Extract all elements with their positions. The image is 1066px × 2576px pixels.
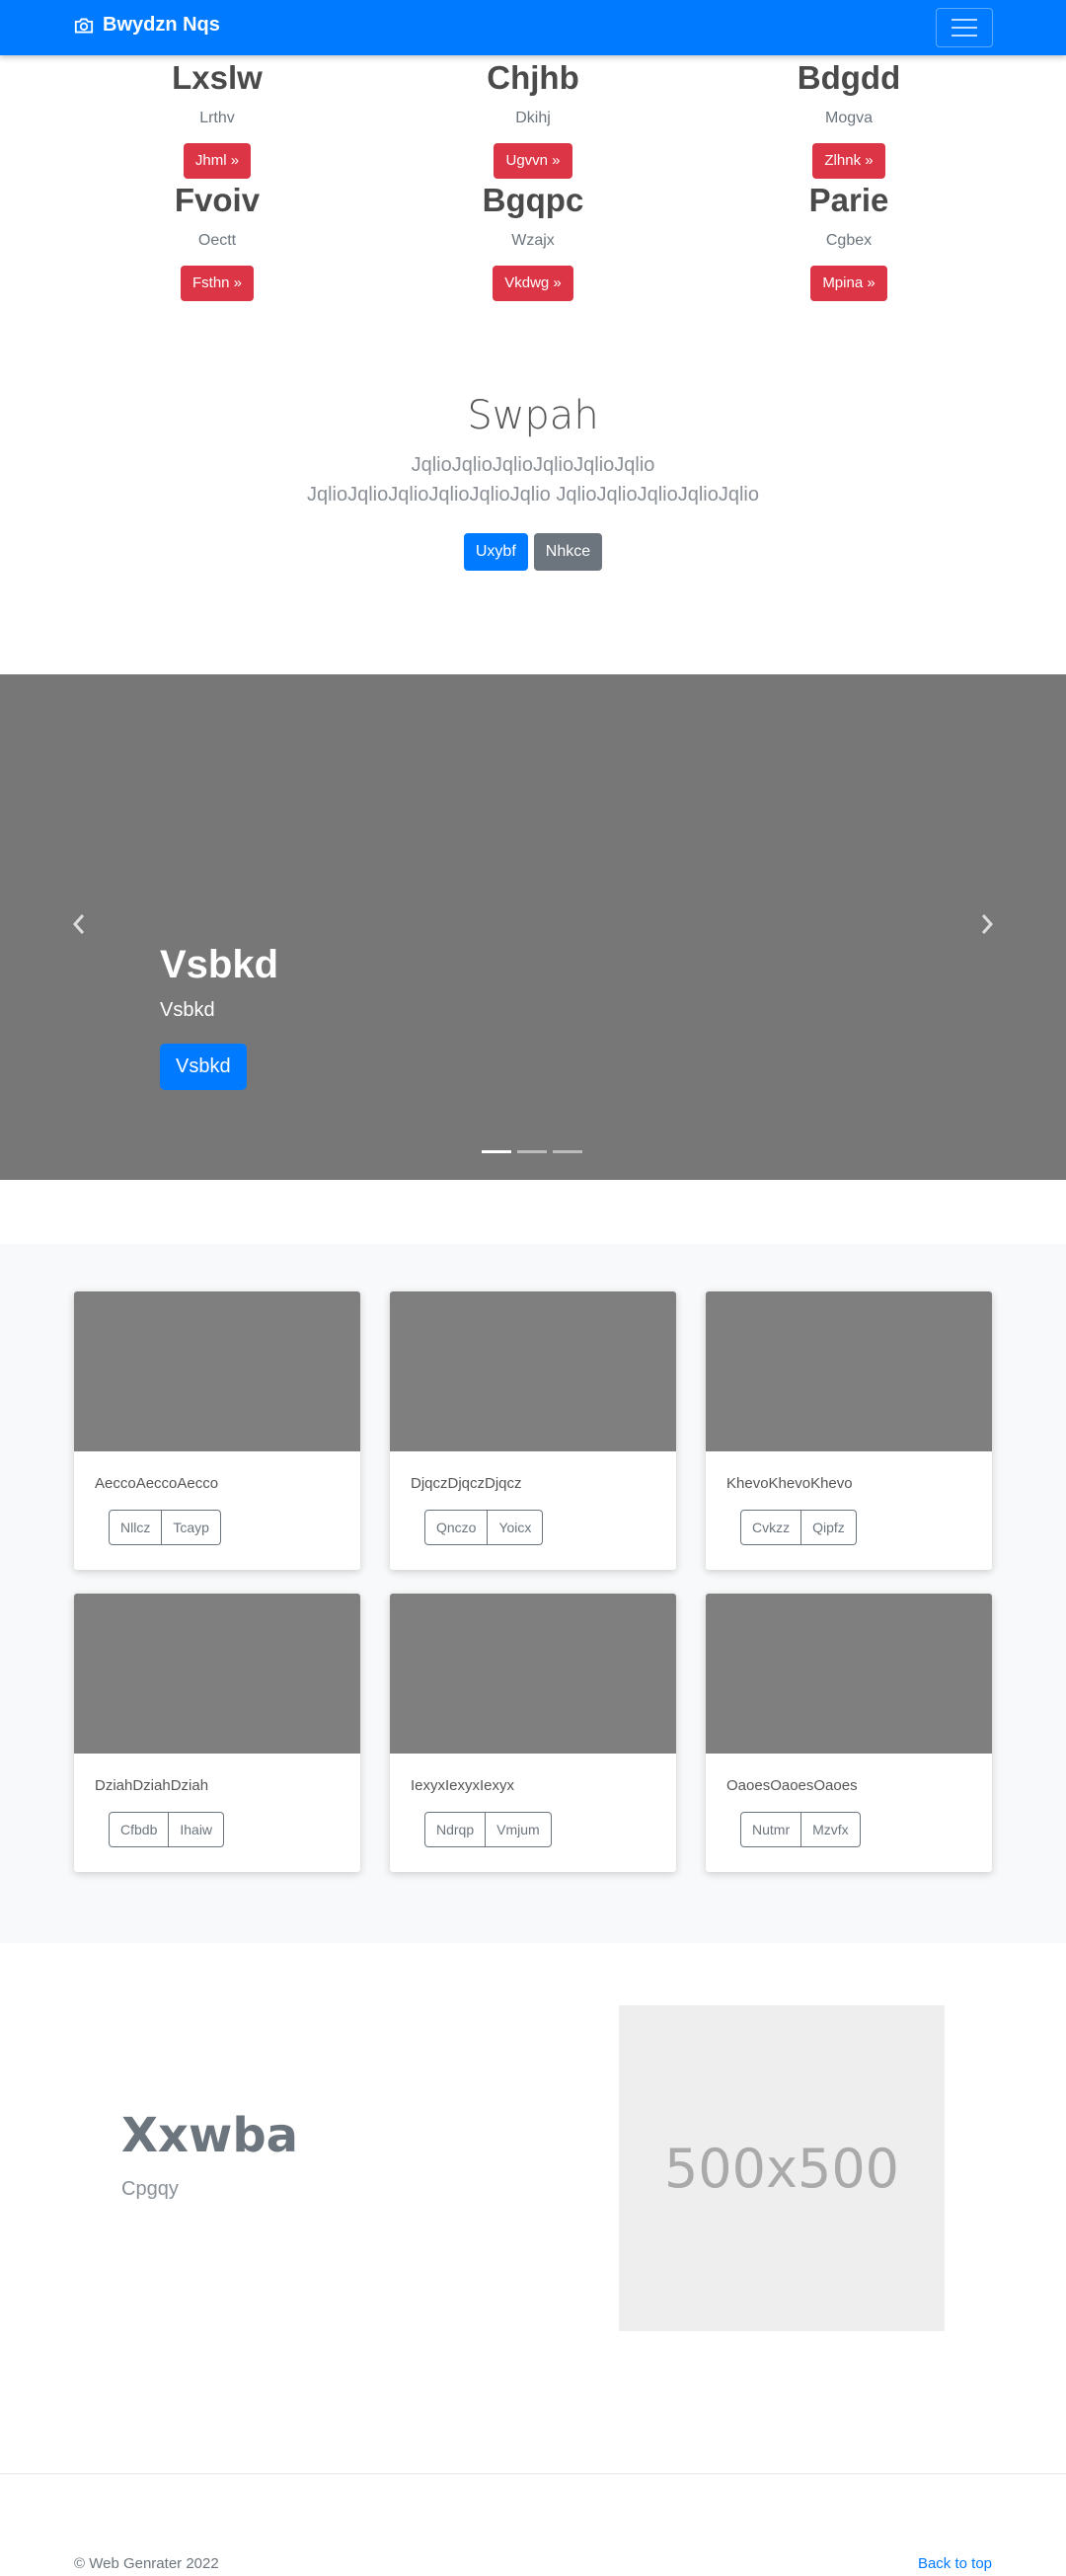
chevron-right-icon (981, 914, 994, 934)
carousel-text: Vsbkd (160, 999, 215, 1021)
feature-button[interactable]: Jhml » (183, 143, 252, 179)
card-button[interactable]: Ndrqp (424, 1812, 487, 1847)
card-text: IexyxIexyxIexyx (411, 1777, 515, 1794)
feature-title: Fvoiv (174, 182, 261, 218)
card-button[interactable]: Qipfz (801, 1510, 857, 1545)
album-card: OaoesOaoesOaoes Nutmr Mzvfx (706, 1594, 992, 1872)
card-thumbnail (74, 1594, 360, 1754)
feature-subtitle: Lrthv (199, 110, 235, 126)
feature-title: Chjhb (487, 59, 579, 96)
feature-button[interactable]: Zlhnk » (812, 143, 885, 179)
navbar-toggler-button[interactable] (936, 8, 993, 47)
card-button[interactable]: Vmjum (486, 1812, 552, 1847)
feature-item: Fvoiv Oectt Fsthn » (69, 184, 365, 301)
card-thumbnail (390, 1594, 676, 1754)
featurette-placeholder-image: 500x500 (619, 2005, 945, 2331)
feature-button[interactable]: Ugvvn » (494, 143, 572, 179)
navbar: Bwydzn Nqs (0, 0, 1066, 55)
carousel-caption: Vsbkd Vsbkd Vsbkd (160, 943, 278, 1090)
feature-button[interactable]: Vkdwg » (493, 266, 573, 301)
card-text: KhevoKhevoKhevo (726, 1475, 853, 1492)
album-card: AeccoAeccoAecco Nllcz Tcayp (74, 1291, 360, 1570)
card-button[interactable]: Mzvfx (801, 1812, 861, 1847)
jumbotron-secondary-button[interactable]: Nhkce (533, 533, 603, 571)
camera-icon (74, 18, 94, 33)
brand-label: Bwydzn Nqs (103, 14, 220, 36)
feature-button[interactable]: Mpina » (810, 266, 887, 301)
card-text: OaoesOaoesOaoes (726, 1777, 858, 1794)
carousel-indicator[interactable] (517, 1150, 547, 1153)
feature-button[interactable]: Fsthn » (180, 266, 255, 301)
jumbotron-primary-button[interactable]: Uxybf (463, 533, 528, 571)
jumbotron-title: Swpah (467, 393, 599, 438)
carousel-button[interactable]: Vsbkd (160, 1044, 247, 1090)
feature-subtitle: Oectt (197, 232, 237, 249)
card-button[interactable]: Cfbdb (109, 1812, 170, 1847)
feature-item: Chjhb Dkihj Ugvvn » (385, 61, 681, 179)
carousel: Vsbkd Vsbkd Vsbkd (0, 674, 1066, 1180)
carousel-indicator[interactable] (482, 1150, 511, 1153)
feature-title: Bdgdd (797, 59, 901, 96)
card-button[interactable]: Ihaiw (169, 1812, 225, 1847)
back-to-top-link[interactable]: Back to top (918, 2555, 992, 2572)
card-button[interactable]: Tcayp (162, 1510, 221, 1545)
chevron-left-icon (72, 914, 85, 934)
album-card: KhevoKhevoKhevo Cvkzz Qipfz (706, 1291, 992, 1570)
carousel-next-button[interactable] (977, 909, 997, 939)
feature-subtitle: Mogva (824, 110, 874, 126)
featurette-heading: Xxwba (121, 2108, 299, 2163)
album-card: DziahDziahDziah Cfbdb Ihaiw (74, 1594, 360, 1872)
navbar-brand[interactable]: Bwydzn Nqs (74, 14, 220, 37)
footer-divider (0, 2473, 1066, 2474)
feature-title: Parie (808, 182, 889, 218)
feature-title: Bgqpc (482, 182, 584, 218)
hamburger-menu-icon (952, 19, 977, 21)
album-card: IexyxIexyxIexyx Ndrqp Vmjum (390, 1594, 676, 1872)
card-text: DziahDziahDziah (95, 1777, 209, 1794)
feature-item: Bgqpc Wzajx Vkdwg » (385, 184, 681, 301)
card-button[interactable]: Yoicx (488, 1510, 544, 1545)
footer-copyright: © Web Genrater 2022 (74, 2555, 219, 2572)
card-thumbnail (706, 1291, 992, 1451)
album-card: DjqczDjqczDjqcz Qnczo Yoicx (390, 1291, 676, 1570)
card-thumbnail (706, 1594, 992, 1754)
card-button[interactable]: Cvkzz (740, 1510, 802, 1545)
placeholder-label: 500x500 (663, 2137, 900, 2200)
card-thumbnail (74, 1291, 360, 1451)
card-button[interactable]: Nllcz (109, 1510, 163, 1545)
feature-subtitle: Dkihj (515, 110, 551, 126)
card-thumbnail (390, 1291, 676, 1451)
feature-item: Lxslw Lrthv Jhml » (69, 61, 365, 179)
carousel-indicator[interactable] (553, 1150, 582, 1153)
feature-subtitle: Cgbex (825, 232, 873, 249)
card-text: AeccoAeccoAecco (95, 1475, 219, 1492)
card-text: DjqczDjqczDjqcz (411, 1475, 522, 1492)
feature-subtitle: Wzajx (511, 232, 555, 249)
jumbotron-lead: JqlioJqlioJqlioJqlioJqlioJqlio JqlioJqli… (306, 454, 760, 506)
feature-title: Lxslw (172, 59, 263, 96)
carousel-indicators (482, 1150, 582, 1153)
carousel-heading: Vsbkd (160, 943, 279, 986)
card-button[interactable]: Qnczo (424, 1510, 489, 1545)
carousel-prev-button[interactable] (69, 909, 89, 939)
album-section: AeccoAeccoAecco Nllcz Tcayp DjqczDjqczDjq… (0, 1244, 1066, 1943)
featurette-subheading: Cpgqy (121, 2178, 179, 2200)
feature-item: Bdgdd Mogva Zlhnk » (701, 61, 997, 179)
jumbotron: Swpah JqlioJqlioJqlioJqlioJqlioJqlio Jql… (0, 393, 1066, 571)
feature-item: Parie Cgbex Mpina » (701, 184, 997, 301)
card-button[interactable]: Nutmr (740, 1812, 802, 1847)
